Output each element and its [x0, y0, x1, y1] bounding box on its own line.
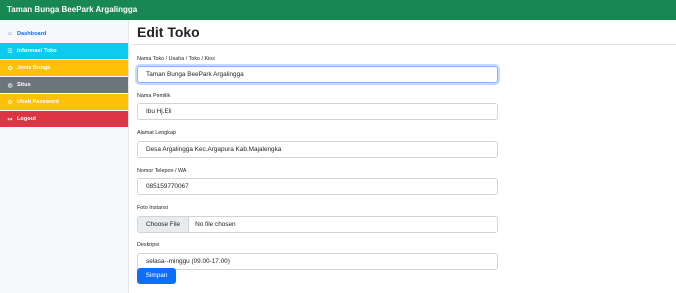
gear-icon: ⚙	[7, 99, 13, 106]
sidebar-item-ubah-password[interactable]: ⚙ Ubah Password	[0, 94, 128, 110]
file-status: No file chosen	[195, 221, 236, 228]
logout-icon: ↦	[7, 116, 13, 123]
globe-icon: ◍	[7, 82, 13, 89]
page-title: Edit Toko	[137, 24, 200, 40]
sidebar: ⌂ Dashboard ☰ Informasi Toko ✿ Jenis Bun…	[0, 20, 129, 293]
simpan-button[interactable]: Simpan	[137, 268, 176, 284]
flower-icon: ✿	[7, 65, 13, 72]
alamat-label: Alamat Lengkap	[137, 130, 176, 136]
sidebar-item-situs[interactable]: ◍ Situs	[0, 77, 128, 93]
deskripsi-label: Deskripsi	[137, 242, 160, 248]
sidebar-item-label: Jenis Bunga	[17, 65, 51, 71]
sidebar-item-jenis-bunga[interactable]: ✿ Jenis Bunga	[0, 60, 128, 76]
foto-label: Foto Instansi	[137, 205, 168, 211]
alamat-input[interactable]: Desa Argalingga Kec.Argapura Kab.Majalen…	[137, 141, 498, 158]
app-navbar: Taman Bunga BeePark Argalingga	[0, 0, 676, 20]
telepon-label: Nomor Telepon / WA	[137, 168, 187, 174]
deskripsi-input[interactable]: selasa--minggu (09.00-17.00)	[137, 253, 498, 270]
list-icon: ☰	[7, 48, 13, 55]
title-divider	[131, 44, 676, 45]
sidebar-item-label: Situs	[17, 82, 31, 88]
foto-file-input[interactable]: Choose File No file chosen	[137, 216, 498, 233]
nama-toko-label: Nama Toko / Usaha / Toko / Kios	[137, 56, 216, 62]
sidebar-item-label: Ubah Password	[17, 99, 59, 105]
nama-toko-input[interactable]: Taman Bunga BeePark Argalingga	[137, 66, 498, 83]
home-icon: ⌂	[8, 31, 12, 37]
sidebar-item-informasi-toko[interactable]: ☰ Informasi Toko	[0, 43, 128, 59]
sidebar-item-label: Informasi Toko	[17, 48, 57, 54]
choose-file-button[interactable]: Choose File	[138, 217, 190, 232]
app-title[interactable]: Taman Bunga BeePark Argalingga	[7, 5, 137, 14]
telepon-input[interactable]: 085159770067	[137, 178, 498, 195]
nama-pemilik-label: Nama Pemilik	[137, 93, 171, 99]
sidebar-item-logout[interactable]: ↦ Logout	[0, 111, 128, 127]
sidebar-item-label: Logout	[17, 116, 36, 122]
sidebar-item-label: Dashboard	[17, 31, 47, 37]
nama-pemilik-input[interactable]: Ibu Hj.Eli	[137, 103, 498, 120]
main-content: Edit Toko Nama Toko / Usaha / Toko / Kio…	[129, 20, 676, 293]
sidebar-item-dashboard[interactable]: ⌂ Dashboard	[0, 26, 128, 42]
